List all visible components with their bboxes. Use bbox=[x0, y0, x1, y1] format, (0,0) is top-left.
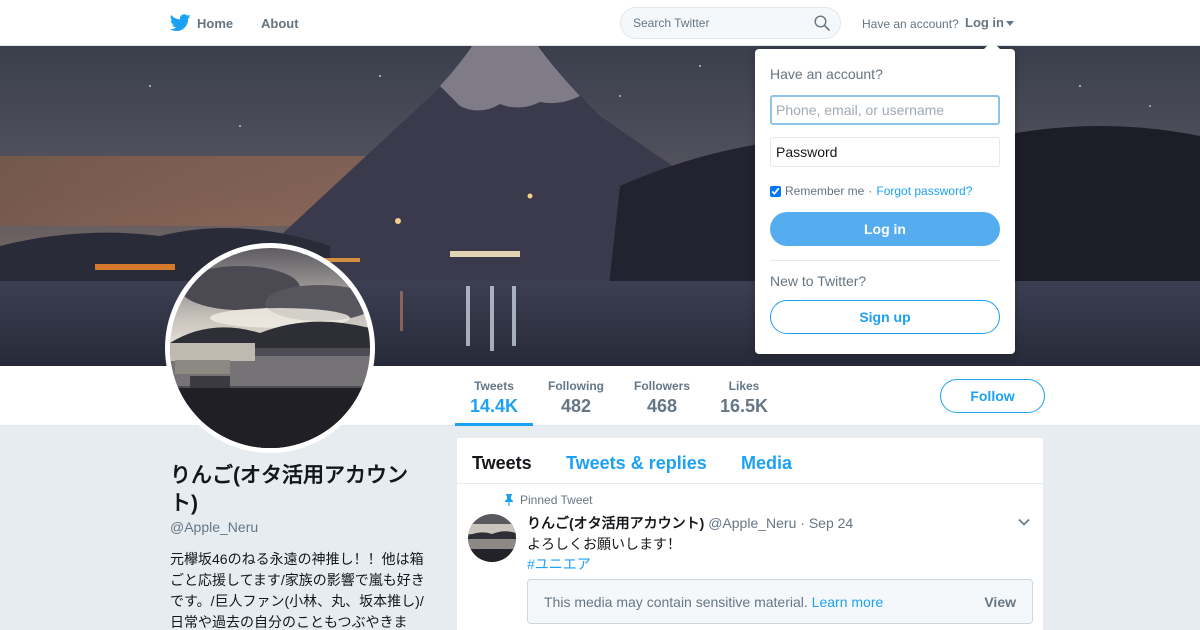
search-icon[interactable] bbox=[814, 15, 830, 31]
search-box bbox=[620, 7, 841, 39]
caret-down-icon bbox=[1006, 21, 1014, 27]
forgot-password-link[interactable]: Forgot password? bbox=[876, 184, 972, 198]
twitter-bird-icon bbox=[170, 14, 191, 32]
pin-icon bbox=[505, 494, 513, 506]
tweet-username[interactable]: @Apple_Neru bbox=[708, 515, 796, 531]
profile-name: りんご(オタ活用アカウント) bbox=[170, 464, 408, 515]
remember-me-label: Remember me bbox=[785, 184, 865, 198]
tab-media[interactable]: Media bbox=[741, 453, 792, 474]
follow-button[interactable]: Follow bbox=[940, 379, 1045, 413]
stat-tweets-label: Tweets bbox=[474, 379, 514, 393]
login-toggle-label: Log in bbox=[965, 15, 1004, 30]
login-dropdown: Have an account? Remember me · Forgot pa… bbox=[755, 41, 1015, 354]
pinned-indicator: Pinned Tweet bbox=[504, 493, 593, 507]
tweet-text: よろしくお願いします！ bbox=[527, 536, 681, 552]
stat-tweets[interactable]: Tweets 14.4K bbox=[455, 366, 533, 426]
remember-me-checkbox[interactable] bbox=[770, 185, 781, 197]
pinned-label: Pinned Tweet bbox=[520, 493, 593, 507]
pinned-tweet[interactable]: Pinned Tweet りんご(オタ活用アカウント) @Apple_Neru … bbox=[457, 484, 1043, 630]
chevron-down-icon[interactable] bbox=[1017, 515, 1031, 529]
stat-following[interactable]: Following 482 bbox=[541, 366, 611, 426]
nav-home-link[interactable]: Home bbox=[170, 0, 233, 46]
timeline: Tweets Tweets & replies Media Pinned Twe… bbox=[456, 437, 1044, 630]
dropdown-title: Have an account? bbox=[770, 66, 883, 82]
login-button[interactable]: Log in bbox=[770, 212, 1000, 246]
search-input[interactable] bbox=[621, 8, 811, 38]
nav-about-link[interactable]: About bbox=[261, 16, 299, 31]
remember-row: Remember me · Forgot password? bbox=[770, 184, 972, 198]
dropdown-divider bbox=[770, 260, 1000, 261]
profile-handle[interactable]: @Apple_Neru bbox=[170, 519, 258, 535]
tweet-fullname[interactable]: りんご(オタ活用アカウント) bbox=[527, 515, 704, 531]
stat-following-label: Following bbox=[548, 379, 604, 393]
tweet-header: りんご(オタ活用アカウント) @Apple_Neru · Sep 24 bbox=[527, 513, 853, 533]
learn-more-link[interactable]: Learn more bbox=[812, 594, 884, 610]
tab-tweets-replies[interactable]: Tweets & replies bbox=[566, 453, 707, 474]
login-dropdown-toggle[interactable]: Log in bbox=[965, 15, 1014, 30]
signup-button[interactable]: Sign up bbox=[770, 300, 1000, 334]
stat-followers-value: 468 bbox=[646, 396, 678, 416]
tab-tweets[interactable]: Tweets bbox=[472, 453, 532, 474]
sensitive-message: This media may contain sensitive materia… bbox=[544, 594, 883, 610]
top-navigation-bar: Home About Have an account? Log in bbox=[0, 0, 1200, 46]
stat-followers[interactable]: Followers 468 bbox=[627, 366, 697, 426]
stat-likes-value: 16.5K bbox=[719, 396, 769, 416]
timeline-tabs: Tweets Tweets & replies Media bbox=[457, 438, 1043, 484]
nav-home-label: Home bbox=[197, 15, 234, 31]
stat-followers-label: Followers bbox=[633, 379, 690, 393]
profile-avatar[interactable] bbox=[165, 243, 375, 453]
tweet-hashtag[interactable]: #ユニエア bbox=[527, 554, 591, 574]
stat-likes-label: Likes bbox=[728, 379, 760, 393]
stat-following-value: 482 bbox=[560, 396, 592, 416]
username-field[interactable] bbox=[770, 95, 1000, 125]
password-field[interactable] bbox=[770, 137, 1000, 167]
tweet-date[interactable]: Sep 24 bbox=[809, 515, 853, 531]
stat-tweets-value: 14.4K bbox=[469, 396, 519, 416]
new-to-twitter-text: New to Twitter? bbox=[770, 273, 867, 289]
sensitive-text: This media may contain sensitive materia… bbox=[544, 594, 808, 610]
view-media-button[interactable]: View bbox=[984, 594, 1016, 610]
dropdown-arrow bbox=[984, 41, 1000, 49]
remember-separator: · bbox=[868, 184, 873, 198]
profile-bio: 元欅坂46のねる永遠の神推し！！他は箱ごと応援してます/家族の影響で嵐も好きです… bbox=[170, 551, 425, 630]
stat-likes[interactable]: Likes 16.5K bbox=[713, 366, 775, 426]
sensitive-media-notice: This media may contain sensitive materia… bbox=[527, 579, 1033, 624]
tweet-avatar[interactable] bbox=[468, 514, 516, 562]
have-account-text: Have an account? bbox=[862, 17, 959, 31]
tweet-separator: · bbox=[800, 515, 805, 531]
